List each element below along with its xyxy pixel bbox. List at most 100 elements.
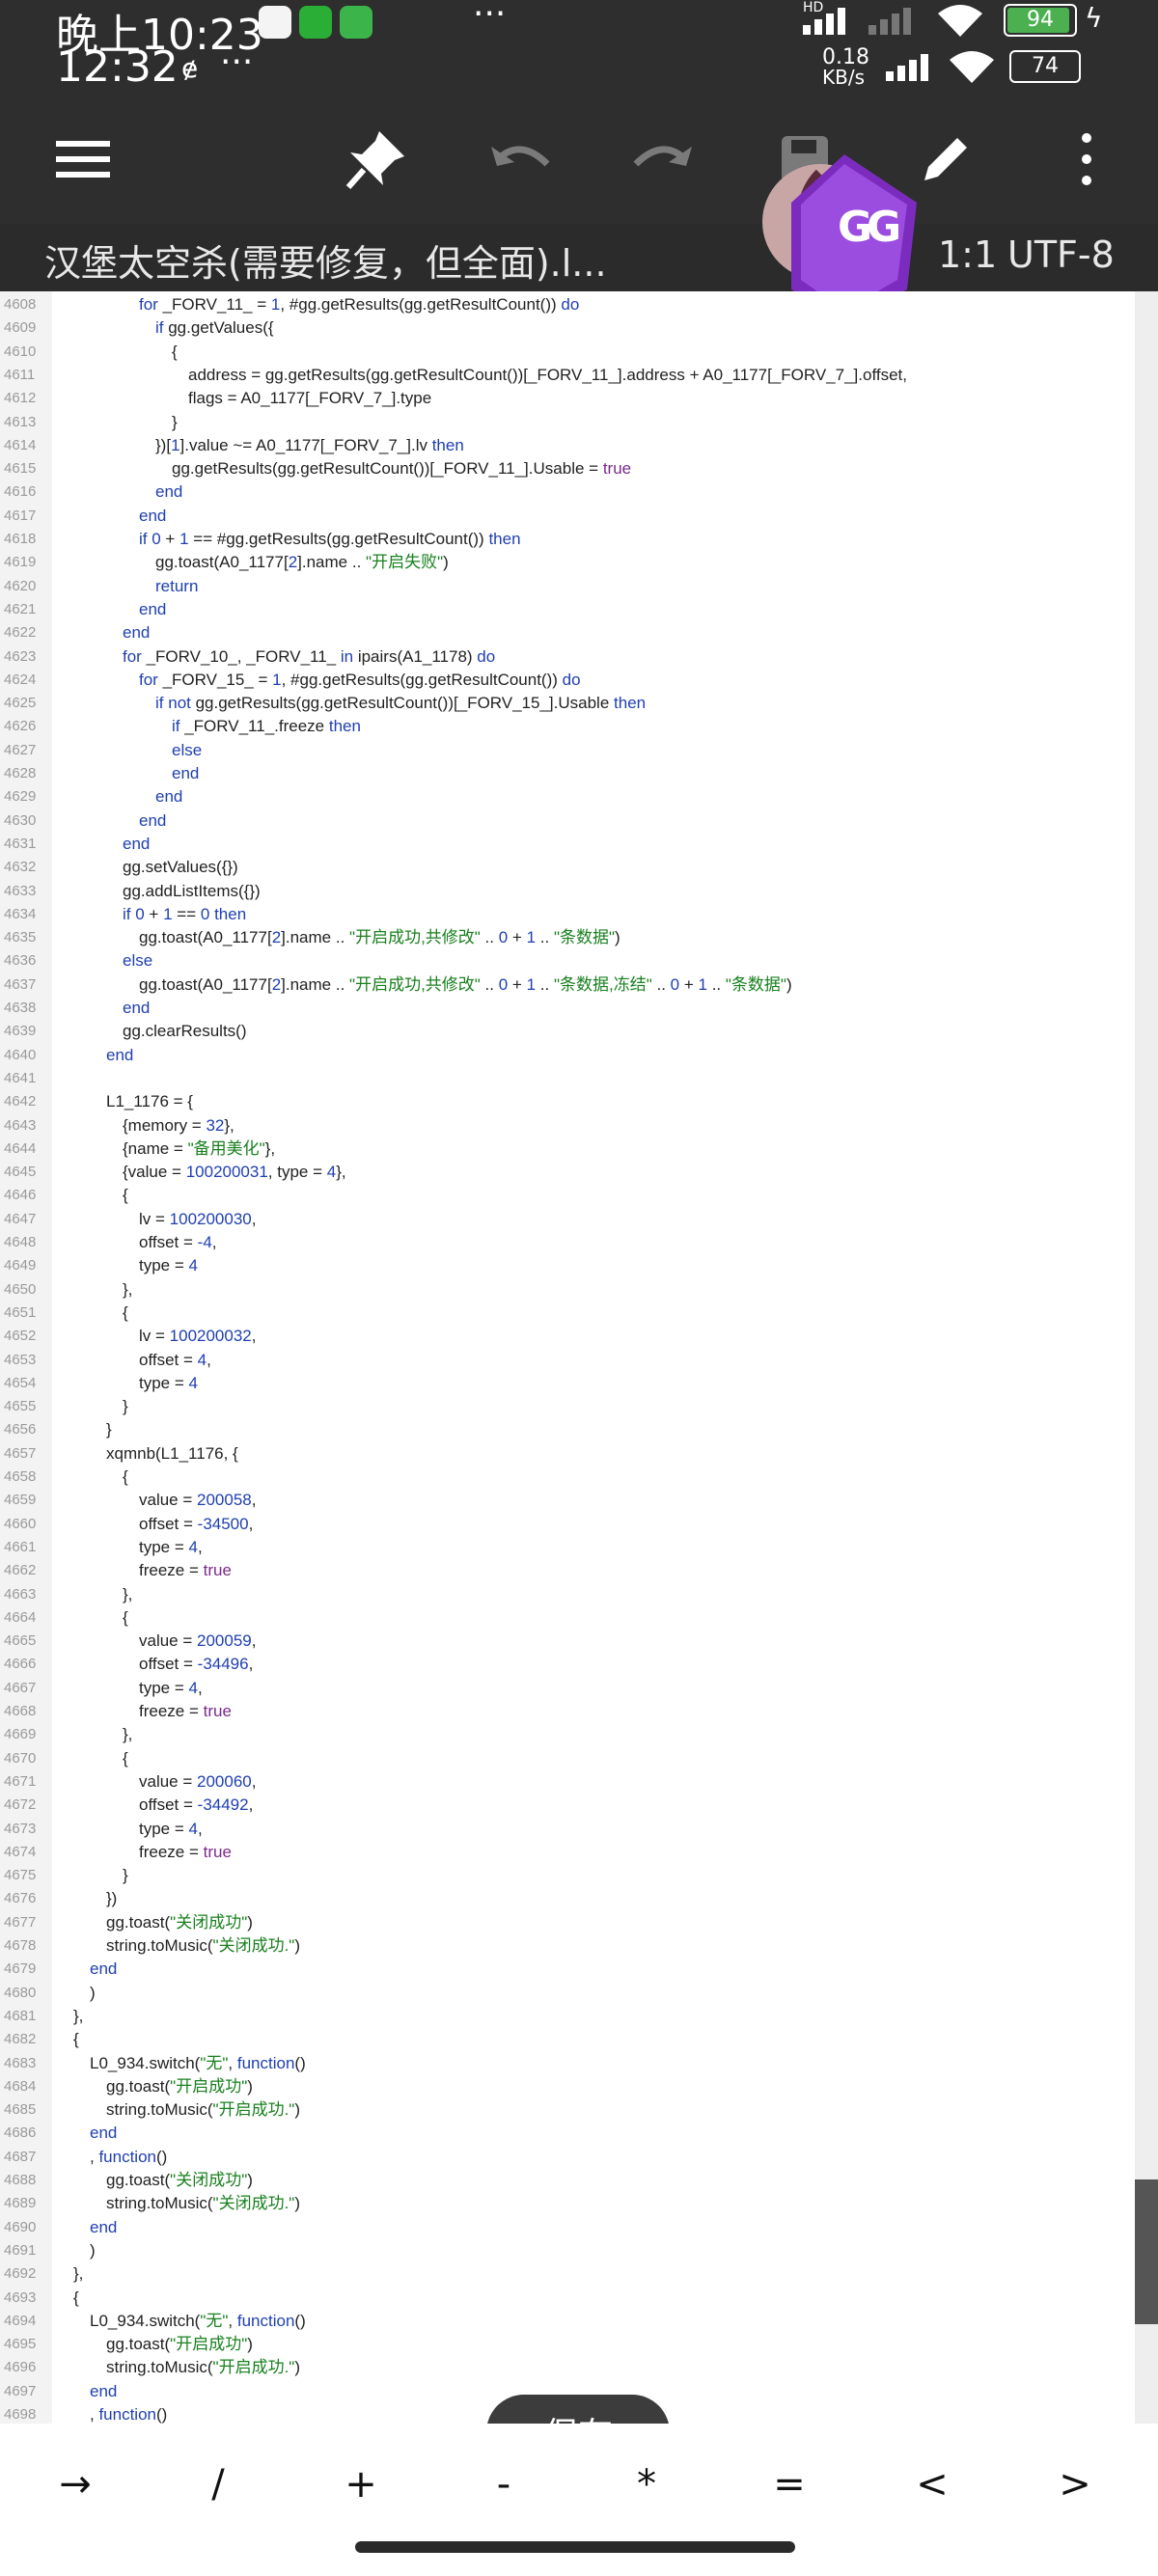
code-line[interactable]: 4693 { bbox=[0, 2287, 1135, 2310]
encoding-label[interactable]: UTF-8 bbox=[1007, 233, 1115, 276]
key-arrow[interactable]: → bbox=[27, 2462, 124, 2520]
code-line[interactable]: 4677 gg.toast("关闭成功") bbox=[0, 1911, 1135, 1934]
code-line[interactable]: 4661 type = 4, bbox=[0, 1536, 1135, 1559]
code-line[interactable]: 4625 if not gg.getResults(gg.getResultCou… bbox=[0, 692, 1135, 715]
code-line[interactable]: 4696 string.toMusic("开启成功.") bbox=[0, 2356, 1135, 2379]
code-line[interactable]: 4690 end bbox=[0, 2216, 1135, 2239]
code-line[interactable]: 4672 offset = -34492, bbox=[0, 1794, 1135, 1817]
code-line[interactable]: 4624 for _FORV_15_ = 1, #gg.getResults(gg… bbox=[0, 669, 1135, 692]
code-line[interactable]: 4663}, bbox=[0, 1583, 1135, 1606]
code-line[interactable]: 4632 gg.setValues({}) bbox=[0, 856, 1135, 879]
code-line[interactable]: 4664 { bbox=[0, 1606, 1135, 1630]
undo-icon[interactable] bbox=[473, 116, 569, 203]
code-line[interactable]: 4621 end bbox=[0, 598, 1135, 621]
code-line[interactable]: 4651 { bbox=[0, 1302, 1135, 1325]
code-line[interactable]: 4670 { bbox=[0, 1747, 1135, 1770]
code-line[interactable]: 4626 if _FORV_11_.freeze then bbox=[0, 715, 1135, 738]
code-line[interactable]: 4638 end bbox=[0, 997, 1135, 1020]
scrollbar-thumb[interactable] bbox=[1135, 2179, 1158, 2324]
code-line[interactable]: 4618 if 0 + 1 == #gg.getResults(gg.getRes… bbox=[0, 528, 1135, 551]
code-line[interactable]: 4686 end bbox=[0, 2122, 1135, 2145]
redo-icon[interactable] bbox=[614, 116, 710, 203]
code-line[interactable]: 4665 value = 200059, bbox=[0, 1630, 1135, 1653]
code-line[interactable]: 4619 gg.toast(A0_1177[2].name .. "开启失败") bbox=[0, 551, 1135, 574]
code-line[interactable]: 4622 end bbox=[0, 621, 1135, 644]
code-line[interactable]: 4643 {memory = 32}, bbox=[0, 1114, 1135, 1137]
code-line[interactable]: 4667 type = 4, bbox=[0, 1677, 1135, 1700]
code-line[interactable]: 4662 freeze = true bbox=[0, 1559, 1135, 1582]
code-line[interactable]: 4620 return bbox=[0, 575, 1135, 598]
code-line[interactable]: 4636 else bbox=[0, 949, 1135, 973]
code-line[interactable]: 4666 offset = -34496, bbox=[0, 1653, 1135, 1676]
code-line[interactable]: 4641 bbox=[0, 1067, 1135, 1090]
code-line[interactable]: 4608 for _FORV_11_ = 1, #gg.getResults(gg… bbox=[0, 293, 1135, 316]
code-line[interactable]: 4671 value = 200060, bbox=[0, 1770, 1135, 1794]
code-line[interactable]: 4658 { bbox=[0, 1466, 1135, 1489]
code-line[interactable]: 4668 freeze = true bbox=[0, 1700, 1135, 1723]
code-line[interactable]: 4657 xqmnb(L1_1176, { bbox=[0, 1442, 1135, 1466]
code-line[interactable]: 4683 L0_934.switch("无", function() bbox=[0, 2052, 1135, 2075]
code-line[interactable]: 4629 end bbox=[0, 785, 1135, 808]
more-vert-icon[interactable] bbox=[1038, 116, 1135, 203]
code-line[interactable]: 4688 gg.toast("关闭成功") bbox=[0, 2169, 1135, 2192]
code-line[interactable]: 4630 end bbox=[0, 809, 1135, 833]
code-line[interactable]: 4633 gg.addListItems({}) bbox=[0, 880, 1135, 903]
code-line[interactable]: 4654 type = 4 bbox=[0, 1372, 1135, 1395]
code-line[interactable]: 4659 value = 200058, bbox=[0, 1489, 1135, 1512]
code-line[interactable]: 4656} bbox=[0, 1418, 1135, 1441]
code-line[interactable]: 4637 gg.toast(A0_1177[2].name .. "开启成功,共修… bbox=[0, 973, 1135, 997]
code-line[interactable]: 4613} bbox=[0, 411, 1135, 434]
scrollbar-track[interactable] bbox=[1135, 291, 1158, 2424]
code-line[interactable]: 4615 gg.getResults(gg.getResultCount())[_… bbox=[0, 457, 1135, 480]
menu-icon[interactable] bbox=[35, 116, 131, 203]
code-line[interactable]: 4649 type = 4 bbox=[0, 1254, 1135, 1277]
key-slash[interactable]: / bbox=[170, 2462, 266, 2520]
code-line[interactable]: 4647 lv = 100200030, bbox=[0, 1208, 1135, 1231]
code-line[interactable]: 4628 end bbox=[0, 762, 1135, 785]
code-line[interactable]: 4612 flags = A0_1177[_FORV_7_].type bbox=[0, 387, 1135, 410]
key-equals[interactable]: = bbox=[741, 2462, 838, 2520]
code-editor[interactable]: 4608 for _FORV_11_ = 1, #gg.getResults(gg… bbox=[0, 291, 1158, 2424]
file-name[interactable]: 汉堡太空杀(需要修复，但全面).l... bbox=[44, 233, 607, 287]
code-line[interactable]: 4680) bbox=[0, 1982, 1135, 2005]
code-line[interactable]: 4635 gg.toast(A0_1177[2].name .. "开启成功,共修… bbox=[0, 926, 1135, 949]
code-line[interactable]: 4648 offset = -4, bbox=[0, 1231, 1135, 1254]
code-line[interactable]: 4634 if 0 + 1 == 0 then bbox=[0, 903, 1135, 926]
code-line[interactable]: 4642 L1_1176 = { bbox=[0, 1090, 1135, 1113]
code-line[interactable]: 4627 else bbox=[0, 739, 1135, 762]
code-line[interactable]: 4650}, bbox=[0, 1278, 1135, 1302]
pin-icon[interactable] bbox=[328, 116, 425, 203]
code-line[interactable]: 4685 string.toMusic("开启成功.") bbox=[0, 2098, 1135, 2122]
code-line[interactable]: 4687 , function() bbox=[0, 2146, 1135, 2169]
code-line[interactable]: 4684 gg.toast("开启成功") bbox=[0, 2075, 1135, 2098]
code-line[interactable]: 4617 end bbox=[0, 505, 1135, 528]
code-line[interactable]: 4614})[1].value ~= A0_1177[_FORV_7_].lv … bbox=[0, 434, 1135, 457]
code-line[interactable]: 4674 freeze = true bbox=[0, 1841, 1135, 1864]
code-line[interactable]: 4640 end bbox=[0, 1044, 1135, 1067]
key-asterisk[interactable]: * bbox=[598, 2462, 695, 2520]
code-line[interactable]: 4655} bbox=[0, 1395, 1135, 1418]
code-line[interactable]: 4676}) bbox=[0, 1887, 1135, 1910]
code-line[interactable]: 4616 end bbox=[0, 480, 1135, 504]
key-minus[interactable]: - bbox=[455, 2462, 552, 2520]
code-line[interactable]: 4691) bbox=[0, 2239, 1135, 2262]
code-line[interactable]: 4679 end bbox=[0, 1958, 1135, 1981]
code-line[interactable]: 4660 offset = -34500, bbox=[0, 1513, 1135, 1536]
code-line[interactable]: 4669}, bbox=[0, 1723, 1135, 1746]
code-line[interactable]: 4610 { bbox=[0, 341, 1135, 364]
code-line[interactable]: 4639 gg.clearResults() bbox=[0, 1020, 1135, 1043]
key-plus[interactable]: + bbox=[313, 2462, 409, 2520]
line-ratio[interactable]: 1:1 bbox=[938, 233, 997, 276]
code-line[interactable]: 4682 { bbox=[0, 2028, 1135, 2051]
code-line[interactable]: 4623 for _FORV_10_, _FORV_11_ in ipairs(A… bbox=[0, 645, 1135, 669]
code-line[interactable]: 4678 string.toMusic("关闭成功.") bbox=[0, 1934, 1135, 1958]
key-less-than[interactable]: < bbox=[884, 2462, 980, 2520]
code-line[interactable]: 4692}, bbox=[0, 2262, 1135, 2286]
code-line[interactable]: 4675} bbox=[0, 1864, 1135, 1887]
code-line[interactable]: 4681}, bbox=[0, 2005, 1135, 2028]
code-line[interactable]: 4645 {value = 100200031, type = 4}, bbox=[0, 1161, 1135, 1184]
code-line[interactable]: 4644 {name = "备用美化"}, bbox=[0, 1137, 1135, 1161]
key-greater-than[interactable]: > bbox=[1027, 2462, 1123, 2520]
code-line[interactable]: 4652 lv = 100200032, bbox=[0, 1325, 1135, 1348]
code-line[interactable]: 4653 offset = 4, bbox=[0, 1349, 1135, 1372]
